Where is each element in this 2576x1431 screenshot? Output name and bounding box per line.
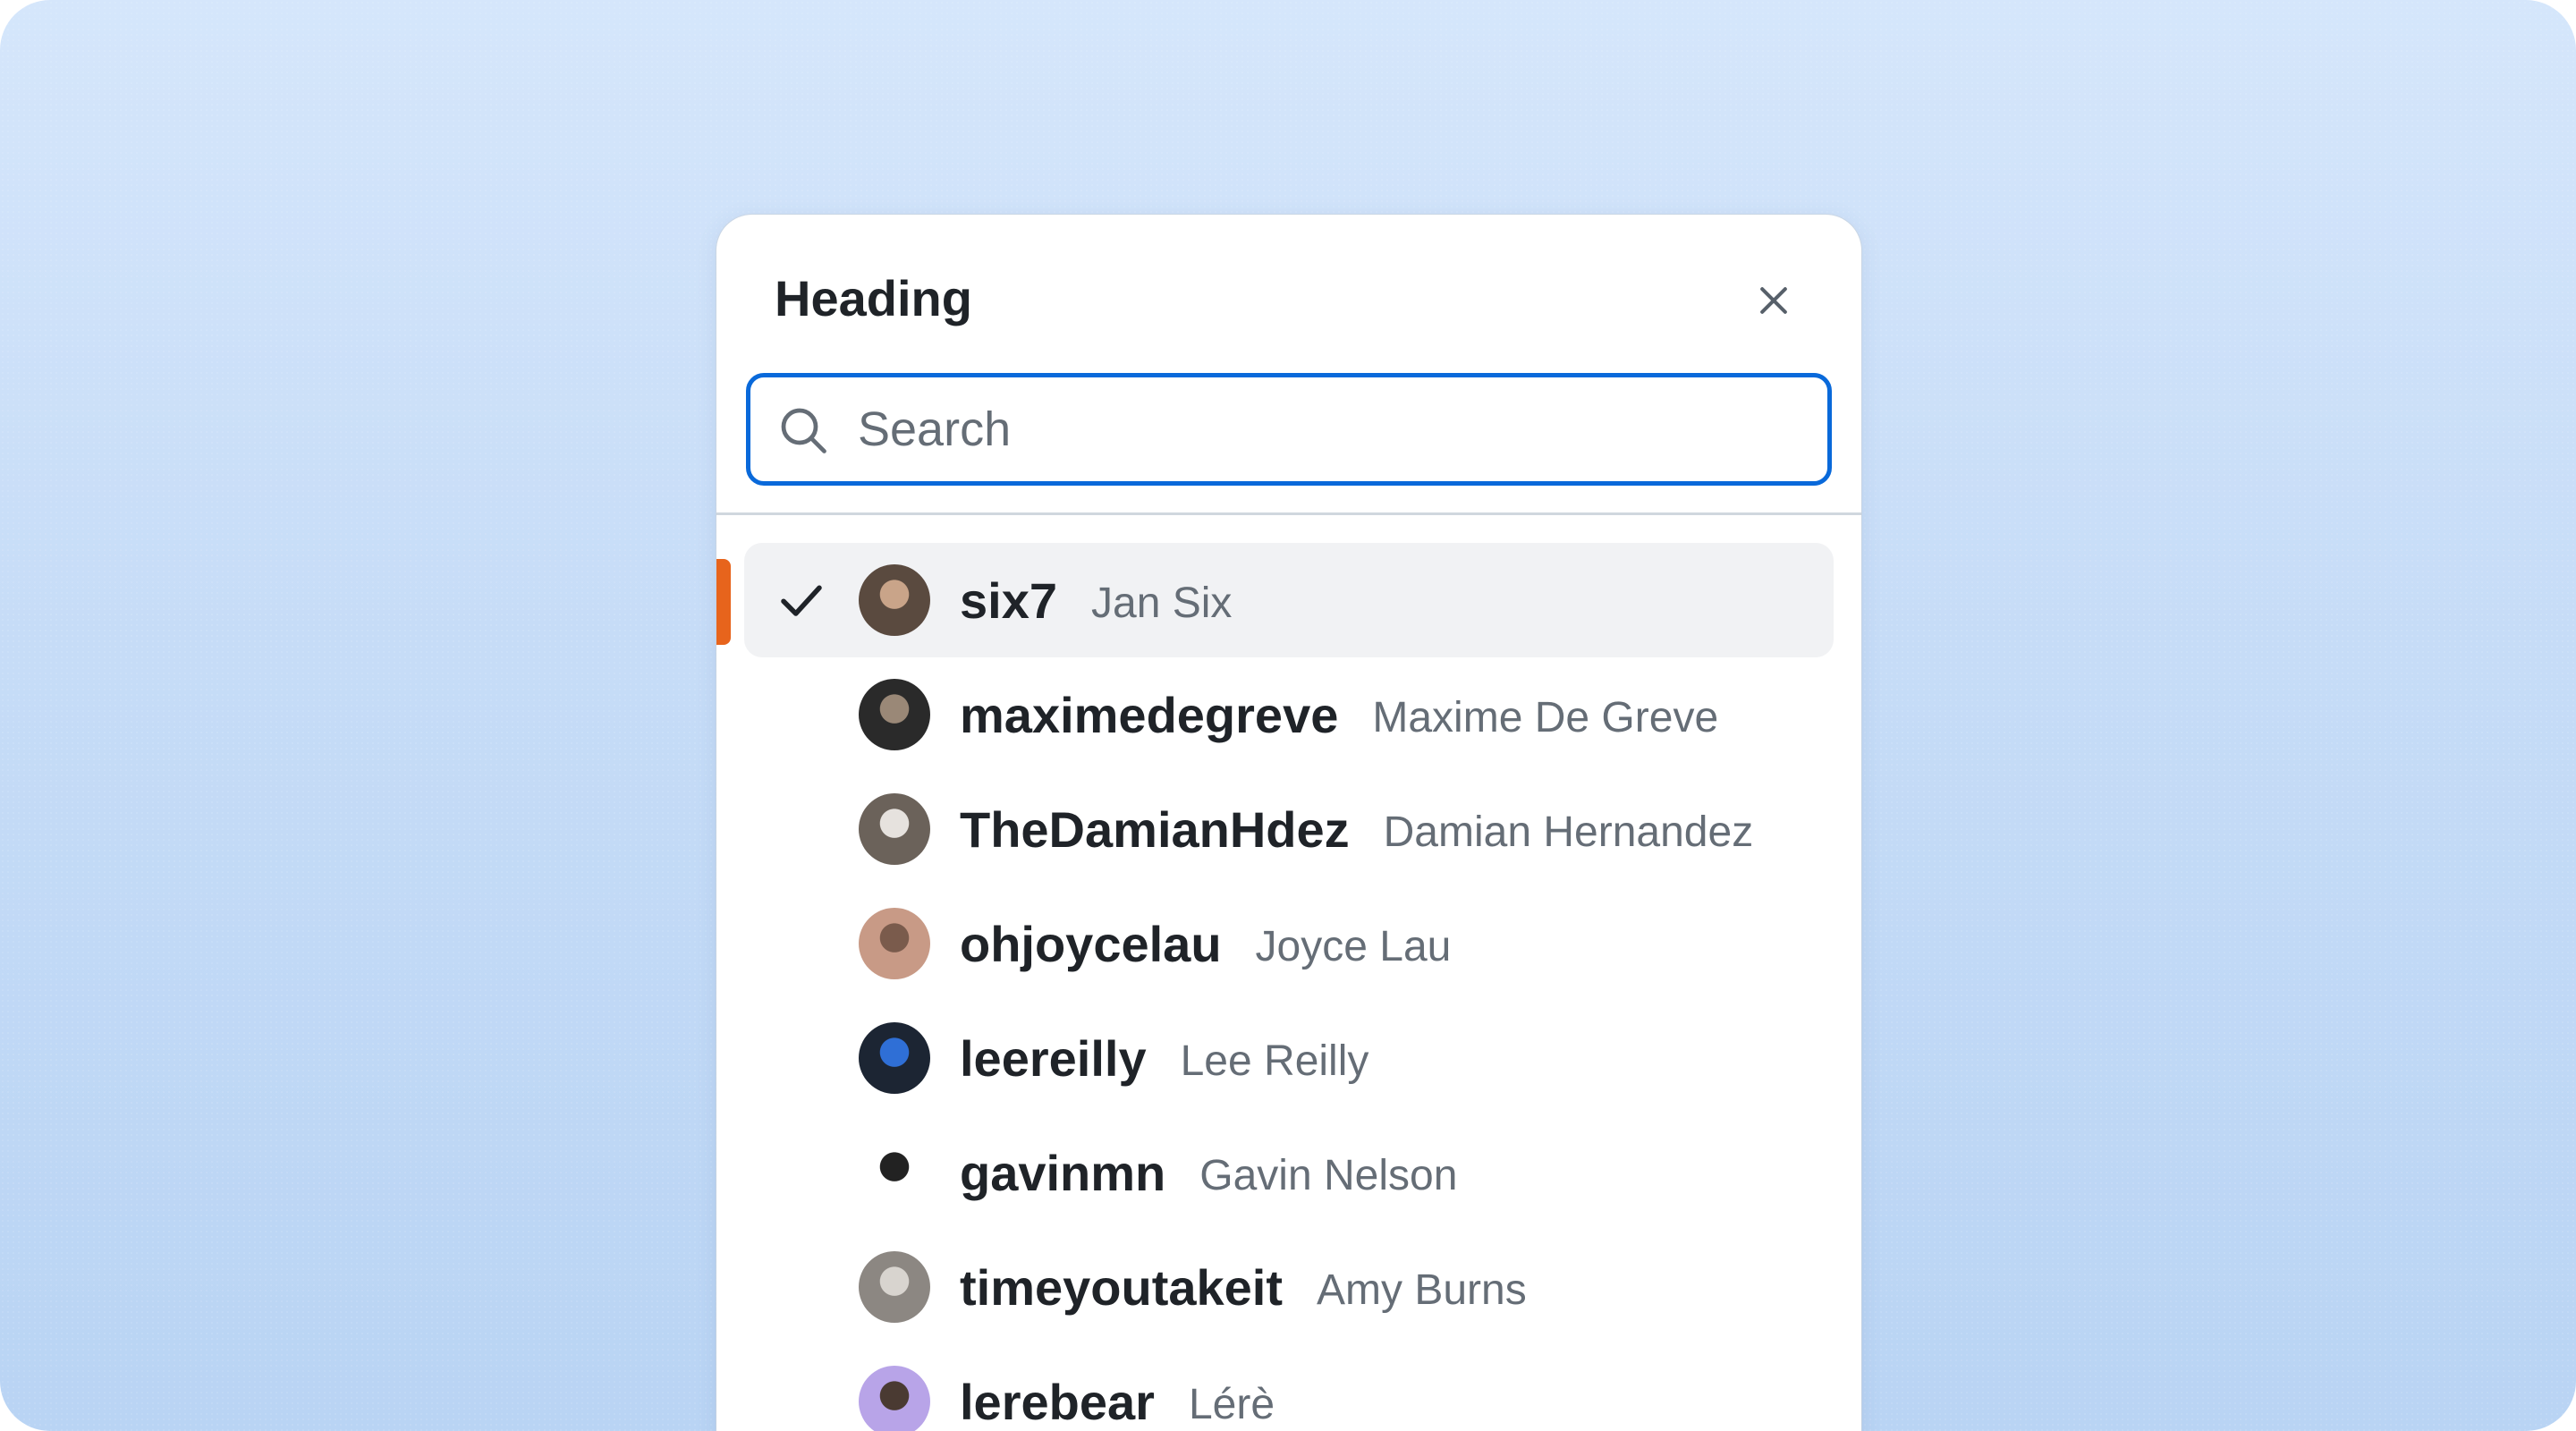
user-row[interactable]: TheDamianHdez Damian Hernandez (744, 772, 1834, 886)
user-row-text: TheDamianHdez Damian Hernandez (960, 772, 1753, 886)
close-button[interactable] (1745, 272, 1802, 329)
avatar (859, 793, 930, 865)
user-row[interactable]: ohjoycelau Joyce Lau (744, 886, 1834, 1001)
user-row-text: leereilly Lee Reilly (960, 1001, 1368, 1115)
username: TheDamianHdez (960, 800, 1350, 858)
user-row[interactable]: timeyoutakeit Amy Burns (744, 1230, 1834, 1344)
check-icon (781, 585, 822, 616)
user-row-text: timeyoutakeit Amy Burns (960, 1230, 1527, 1344)
avatar (859, 1251, 930, 1323)
full-name: Lérè (1188, 1380, 1275, 1428)
username: leereilly (960, 1029, 1147, 1087)
user-row-text: maximedegreve Maxime De Greve (960, 657, 1718, 772)
username: six7 (960, 572, 1057, 629)
user-row-text: ohjoycelau Joyce Lau (960, 886, 1451, 1001)
full-name: Gavin Nelson (1199, 1151, 1458, 1199)
username: ohjoycelau (960, 915, 1222, 972)
user-row-text: gavinmn Gavin Nelson (960, 1115, 1457, 1230)
user-row[interactable]: six7 Jan Six (716, 543, 1834, 657)
full-name: Lee Reilly (1180, 1037, 1369, 1085)
search-icon (781, 408, 826, 453)
full-name: Damian Hernandez (1383, 808, 1754, 856)
full-name: Joyce Lau (1255, 922, 1452, 970)
avatar (859, 1137, 930, 1208)
user-row[interactable]: leereilly Lee Reilly (744, 1001, 1834, 1115)
username: timeyoutakeit (960, 1258, 1283, 1316)
panel-heading: Heading (775, 270, 972, 326)
active-indicator (716, 559, 731, 645)
full-name: Jan Six (1091, 579, 1233, 627)
search-field[interactable] (746, 373, 1832, 486)
avatar (859, 679, 930, 750)
user-row[interactable]: maximedegreve Maxime De Greve (744, 657, 1834, 772)
avatar (859, 1022, 930, 1094)
avatar (859, 1366, 930, 1431)
username: maximedegreve (960, 686, 1339, 743)
select-panel: Heading six7 Jan Six maximedegreve Maxime D… (716, 215, 1861, 1431)
user-row[interactable]: lerebear Lérè (744, 1344, 1834, 1431)
close-icon (1760, 287, 1787, 314)
username: gavinmn (960, 1144, 1166, 1201)
user-row[interactable]: gavinmn Gavin Nelson (744, 1115, 1834, 1230)
divider (716, 512, 1861, 515)
username: lerebear (960, 1373, 1155, 1430)
full-name: Maxime De Greve (1372, 693, 1719, 741)
user-row-text: lerebear Lérè (960, 1344, 1275, 1431)
full-name: Amy Burns (1317, 1266, 1527, 1314)
avatar (859, 908, 930, 979)
user-list: six7 Jan Six maximedegreve Maxime De Greve T… (716, 543, 1861, 1431)
avatar (859, 564, 930, 636)
user-row-text: six7 Jan Six (960, 543, 1232, 657)
search-input[interactable] (858, 386, 1806, 472)
